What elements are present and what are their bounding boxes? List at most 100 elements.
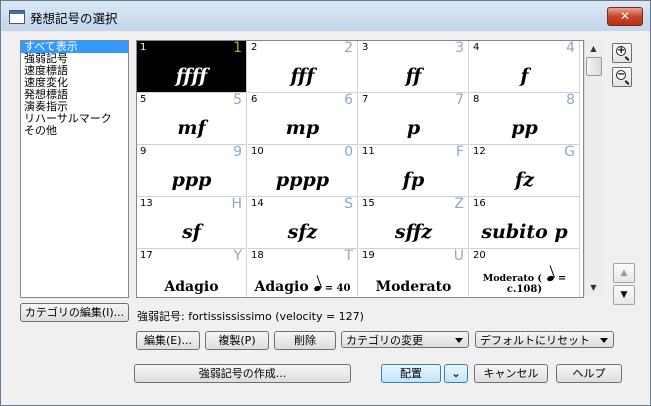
move-up-button[interactable]: ▲ [613, 263, 635, 283]
delete-button[interactable]: 削除 [274, 331, 336, 350]
scroll-up-arrow[interactable]: ▲ [585, 40, 602, 57]
marking-symbol: ff [359, 65, 468, 87]
marking-symbol: fp [359, 169, 468, 191]
marking-cell[interactable]: 8 8 pp [470, 92, 580, 145]
shortcut-key: T [344, 248, 353, 264]
marking-text: pp [511, 117, 538, 139]
shortcut-key: S [344, 196, 353, 212]
shortcut-key: 3 [455, 40, 464, 56]
marking-number: 8 [473, 94, 480, 105]
marking-cell[interactable]: 20 Moderato (= c.108) [470, 249, 580, 297]
shortcut-key: F [455, 144, 464, 160]
marking-number: 10 [251, 146, 264, 157]
marking-symbol: pppp [248, 169, 357, 191]
shortcut-key: 5 [233, 92, 242, 108]
marking-cell[interactable]: 4 4 f [470, 41, 580, 93]
marking-text: subito p [481, 221, 568, 243]
marking-number: 5 [140, 94, 147, 105]
marking-text: Adagio [254, 279, 309, 295]
category-list[interactable]: すべて表示 強弱記号 速度標語 速度変化 発想標語 演奏指示 リハーサルマーク その他 [20, 40, 129, 298]
reset-default-dropdown[interactable]: デフォルトにリセット [475, 331, 614, 348]
marking-symbol: Adagio [137, 279, 246, 295]
marking-text: ff [405, 65, 422, 87]
shortcut-key: Y [233, 248, 242, 264]
shortcut-key: 4 [566, 40, 575, 56]
marking-symbol: f [470, 65, 579, 87]
marking-cell[interactable]: 10 0 pppp [248, 144, 358, 197]
window-title: 発想記号の選択 [30, 11, 118, 26]
move-down-button[interactable]: ▼ [613, 285, 635, 305]
window-icon [9, 10, 25, 24]
marking-text: mf [177, 117, 206, 139]
close-button[interactable]: ✕ [607, 7, 643, 26]
zoom-out-icon: − [616, 69, 626, 80]
marking-cell[interactable]: 2 2 fff [248, 41, 358, 93]
marking-symbol: pp [470, 117, 579, 139]
marking-number: 3 [362, 42, 369, 53]
marking-cell[interactable]: 1 1 ffff [137, 41, 247, 93]
marking-cell[interactable]: 17 Y Adagio [137, 248, 247, 297]
category-item[interactable]: その他 [21, 125, 128, 137]
marking-symbol: sfz [248, 221, 357, 243]
marking-cell[interactable]: 11 Ffp [359, 144, 469, 197]
edit-button[interactable]: 編集(E)... [136, 331, 200, 350]
marking-symbol: Adagio = 40 [248, 279, 357, 295]
marking-symbol: sffz [359, 221, 468, 243]
marking-cell[interactable]: 9 9 ppp [137, 144, 247, 197]
chevron-down-icon [600, 338, 608, 343]
marking-number: 17 [140, 250, 153, 261]
category-change-dropdown[interactable]: カテゴリの変更 [341, 331, 469, 348]
marking-symbol: fff [248, 65, 357, 87]
marking-text: sf [182, 221, 201, 243]
shortcut-key: U [453, 248, 464, 264]
marking-text: f [520, 65, 529, 87]
marking-cell[interactable]: 3 3 ff [359, 41, 469, 93]
zoom-in-button[interactable]: + [612, 43, 632, 63]
marking-cell[interactable]: 18 T Adagio = 40 [248, 248, 358, 297]
marking-cell[interactable]: 13 Hsf [137, 196, 247, 249]
shortcut-key: Z [454, 196, 464, 212]
marking-number: 6 [251, 94, 258, 105]
cancel-button[interactable]: キャンセル [474, 364, 548, 383]
marking-number: 13 [140, 198, 153, 209]
marking-text: fff [290, 65, 315, 87]
marking-number: 4 [473, 42, 480, 53]
shortcut-key: 2 [344, 40, 353, 56]
marking-cell[interactable]: 15 Zsffz [359, 196, 469, 249]
marking-number: 16 [473, 198, 486, 209]
marking-number: 20 [473, 250, 486, 261]
marking-cell[interactable]: 7 7 p [359, 92, 469, 145]
edit-category-button[interactable]: カテゴリの編集(I)... [20, 303, 129, 322]
marking-cell[interactable]: 12 Gfz [470, 144, 580, 197]
shortcut-key: 8 [566, 92, 575, 108]
marking-cell[interactable]: 16 subito p [470, 197, 580, 249]
marking-cell[interactable]: 5 5 mf [137, 92, 247, 145]
marking-cell[interactable]: 6 6 mp [248, 92, 358, 145]
marking-number: 12 [473, 146, 486, 157]
quarter-note-icon [313, 284, 322, 293]
selected-description: 強弱記号: fortissississimo (velocity = 127) [137, 310, 364, 323]
create-dynamic-button[interactable]: 強弱記号の作成... [134, 364, 351, 383]
marking-cell[interactable]: 14 Ssfz [248, 196, 358, 249]
marking-number: 9 [140, 146, 147, 157]
zoom-out-button[interactable]: − [612, 67, 632, 87]
place-button[interactable]: 配置 [381, 364, 441, 383]
marking-number: 11 [362, 146, 375, 157]
marking-symbol: Moderato [359, 279, 468, 295]
marking-text: sfz [287, 221, 318, 243]
marking-text: fz [515, 169, 534, 191]
place-dropdown-button[interactable]: ⌄ [444, 364, 468, 383]
marking-symbol: ffff [137, 65, 246, 87]
quarter-note-icon [546, 274, 555, 283]
scroll-thumb[interactable] [586, 57, 602, 76]
marking-cell[interactable]: 19 U Moderato [359, 248, 469, 297]
marking-text: pppp [275, 169, 330, 191]
marking-number: 1 [140, 42, 147, 53]
zoom-in-icon: + [616, 45, 626, 56]
scroll-down-arrow[interactable]: ▼ [585, 279, 602, 296]
grid-scrollbar[interactable]: ▲ ▼ [584, 40, 602, 296]
duplicate-button[interactable]: 複製(P) [205, 331, 269, 350]
help-button[interactable]: ヘルプ [556, 364, 622, 383]
shortcut-key: 0 [344, 144, 353, 160]
title-bar: 発想記号の選択 ✕ [1, 1, 650, 31]
